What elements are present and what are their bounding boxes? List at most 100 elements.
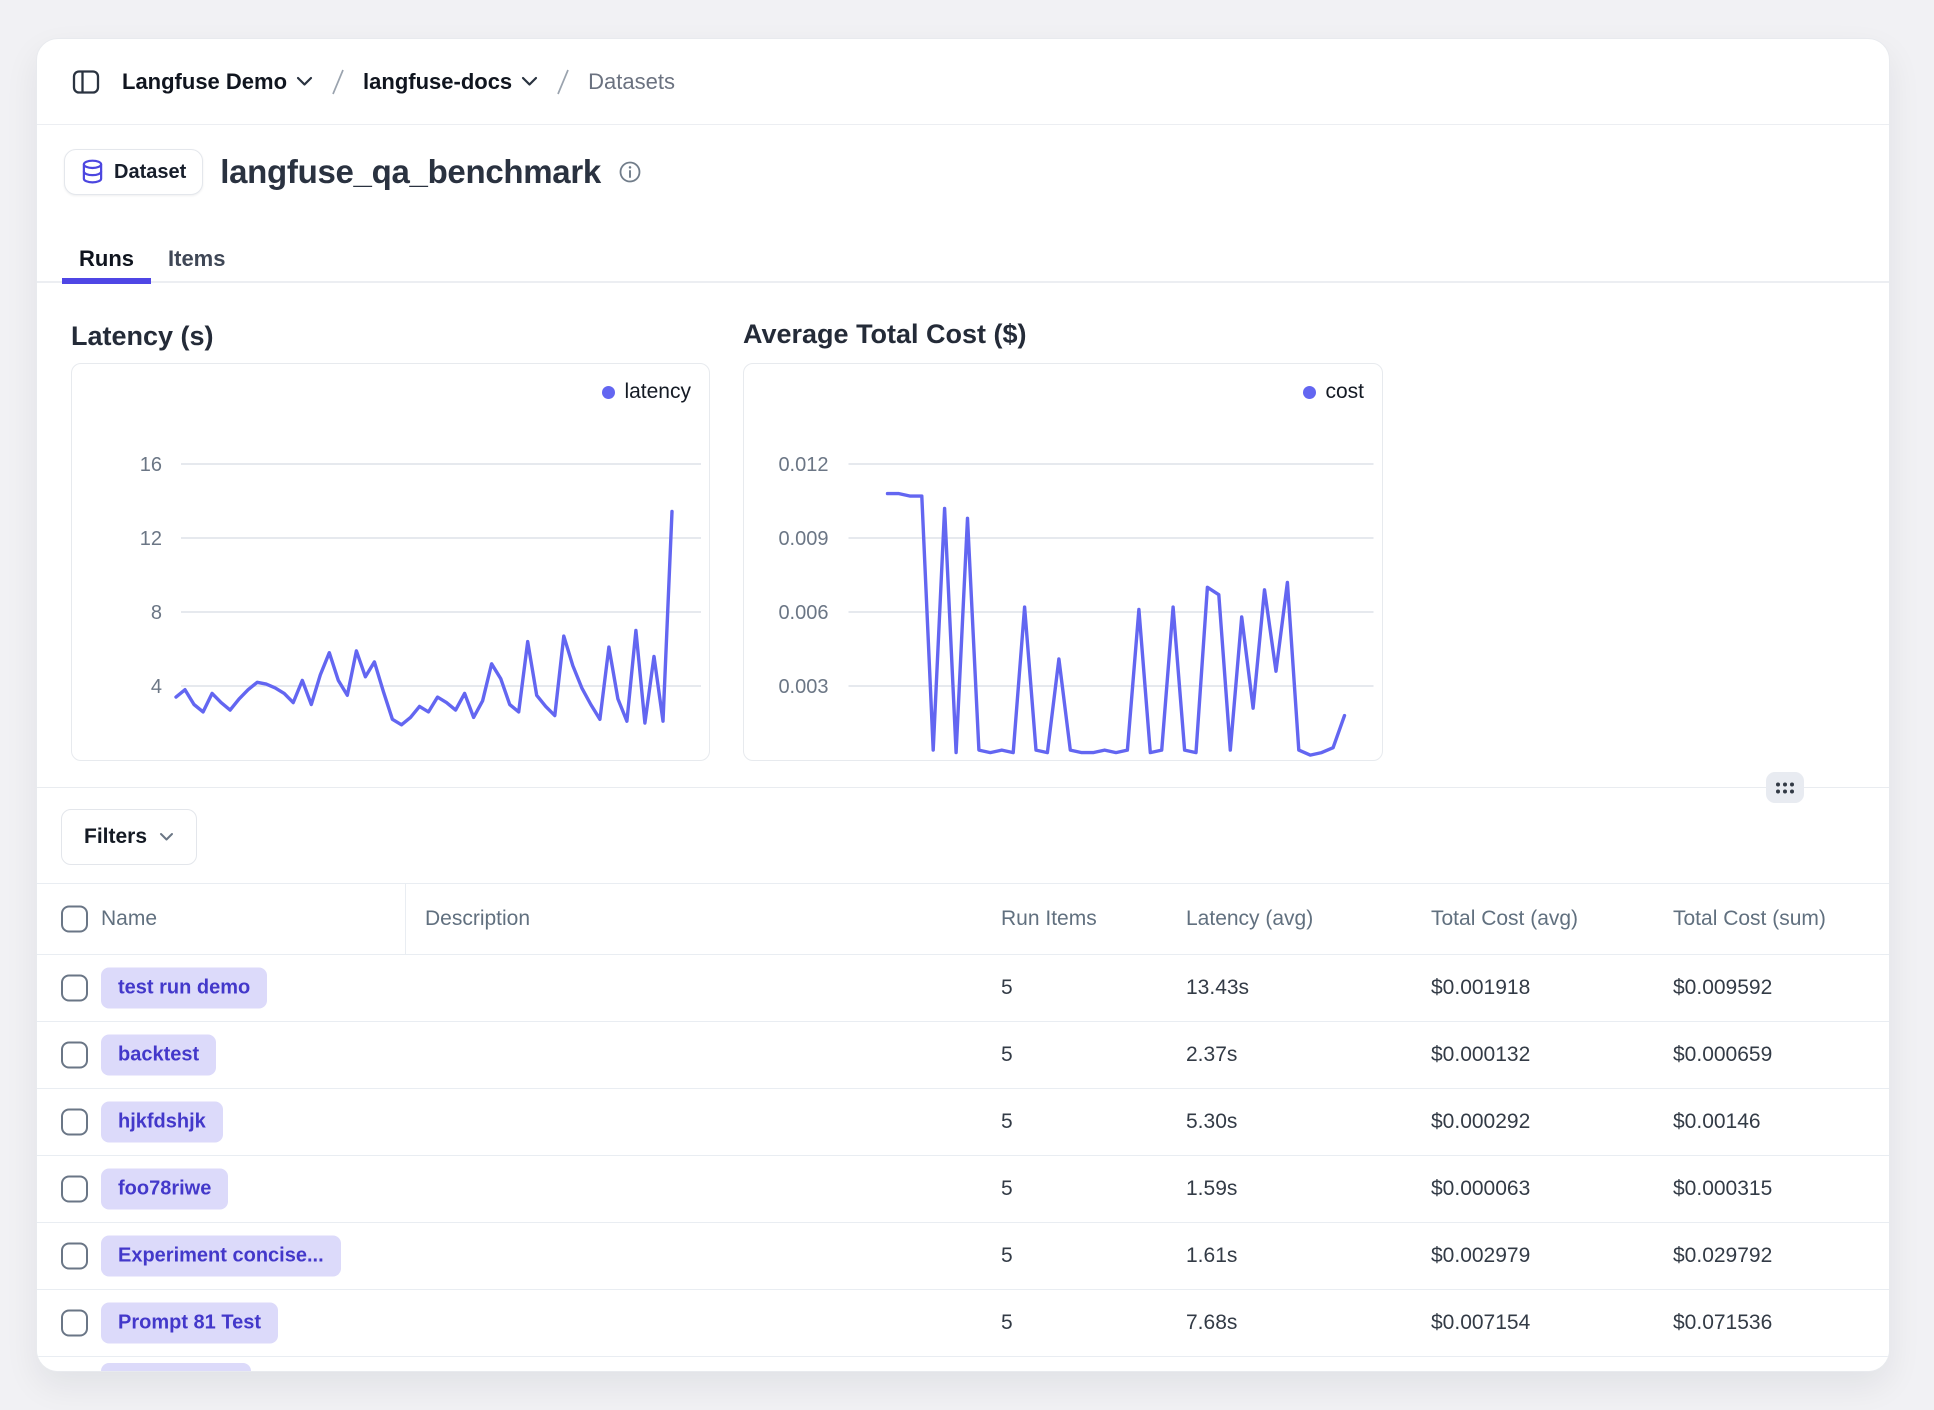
legend-label: latency: [624, 380, 691, 404]
svg-text:4: 4: [151, 676, 162, 698]
breadcrumb-project-label: langfuse-docs: [363, 69, 512, 95]
latency-chart-panel: 16 12 8 4 latency: [71, 363, 710, 761]
column-header-total-cost-sum: Total Cost (sum): [1673, 907, 1826, 931]
row-checkbox[interactable]: [61, 1310, 88, 1337]
latency-legend: latency: [602, 380, 691, 404]
run-name-pill[interactable]: Prompt 81 Test: [101, 1303, 278, 1344]
row-checkbox[interactable]: [61, 1042, 88, 1069]
run-name-pill[interactable]: test run demo: [101, 968, 267, 1009]
legend-label: cost: [1325, 380, 1364, 404]
select-all-checkbox[interactable]: [61, 906, 88, 933]
column-header-description: Description: [425, 907, 530, 931]
legend-dot-icon: [1303, 386, 1316, 399]
run-name-pill[interactable]: Experiment concise...: [101, 1236, 341, 1277]
latency-avg-cell: 5.30s: [1186, 1110, 1237, 1134]
cost-legend: cost: [1303, 380, 1364, 404]
tab-runs[interactable]: Runs: [62, 236, 151, 282]
column-header-total-cost-avg: Total Cost (avg): [1431, 907, 1578, 931]
run-items-cell: 5: [1001, 1177, 1013, 1201]
table-row-partial: [37, 1357, 1889, 1372]
cost-chart-title: Average Total Cost ($): [743, 319, 1027, 350]
breadcrumb-org-label: Langfuse Demo: [122, 69, 287, 95]
table-row[interactable]: Experiment concise... 5 1.61s $0.002979 $0.0…: [37, 1223, 1889, 1290]
legend-dot-icon: [602, 386, 615, 399]
run-name-pill[interactable]: backtest: [101, 1035, 216, 1076]
dataset-header: Dataset langfuse_qa_benchmark: [64, 149, 642, 195]
latency-avg-cell: 2.37s: [1186, 1043, 1237, 1067]
info-icon[interactable]: [618, 160, 642, 184]
total-cost-sum-cell: $0.029792: [1673, 1244, 1772, 1268]
svg-text:0.009: 0.009: [778, 528, 828, 550]
column-header-run-items: Run Items: [1001, 907, 1097, 931]
svg-text:16: 16: [140, 454, 162, 476]
database-icon: [81, 158, 104, 186]
latency-avg-cell: 7.68s: [1186, 1311, 1237, 1335]
svg-text:0.006: 0.006: [778, 602, 828, 624]
total-cost-sum-cell: $0.009592: [1673, 976, 1772, 1000]
filters-button-label: Filters: [84, 825, 147, 849]
total-cost-avg-cell: $0.000292: [1431, 1110, 1530, 1134]
table-row[interactable]: test run demo 5 13.43s $0.001918 $0.009592: [37, 955, 1889, 1022]
run-items-cell: 5: [1001, 976, 1013, 1000]
row-checkbox[interactable]: [61, 975, 88, 1002]
total-cost-sum-cell: $0.000315: [1673, 1177, 1772, 1201]
svg-text:8: 8: [151, 602, 162, 624]
breadcrumb: Langfuse Demo langfuse-docs Datasets: [37, 39, 1889, 125]
total-cost-avg-cell: $0.000063: [1431, 1177, 1530, 1201]
latency-avg-cell: 1.61s: [1186, 1244, 1237, 1268]
filters-button[interactable]: Filters: [61, 809, 197, 865]
breadcrumb-org-selector[interactable]: Langfuse Demo: [122, 69, 313, 95]
breadcrumb-separator: [330, 67, 346, 97]
run-name-pill: [101, 1363, 251, 1372]
latency-avg-cell: 1.59s: [1186, 1177, 1237, 1201]
run-items-cell: 5: [1001, 1311, 1013, 1335]
main-window: Langfuse Demo langfuse-docs Datasets: [36, 38, 1890, 1372]
tab-items[interactable]: Items: [151, 236, 242, 282]
table-row[interactable]: hjkfdshjk 5 5.30s $0.000292 $0.00146: [37, 1089, 1889, 1156]
run-name-pill[interactable]: foo78riwe: [101, 1169, 228, 1210]
breadcrumb-separator: [555, 67, 571, 97]
drag-handle-icon[interactable]: [1766, 772, 1804, 803]
row-checkbox[interactable]: [61, 1109, 88, 1136]
cost-chart-panel: 0.012 0.009 0.006 0.003 cost: [743, 363, 1383, 761]
total-cost-sum-cell: $0.000659: [1673, 1043, 1772, 1067]
svg-text:0.012: 0.012: [778, 454, 828, 476]
tabs: Runs Items: [37, 237, 1889, 283]
table-row[interactable]: Prompt 81 Test 5 7.68s $0.007154 $0.071536: [37, 1290, 1889, 1357]
svg-text:12: 12: [140, 528, 162, 550]
latency-avg-cell: 13.43s: [1186, 976, 1249, 1000]
breadcrumb-page-label[interactable]: Datasets: [588, 69, 675, 95]
breadcrumb-project-selector[interactable]: langfuse-docs: [363, 69, 538, 95]
run-items-cell: 5: [1001, 1043, 1013, 1067]
total-cost-sum-cell: $0.00146: [1673, 1110, 1761, 1134]
dataset-badge: Dataset: [64, 149, 203, 195]
svg-text:0.003: 0.003: [778, 676, 828, 698]
page-title: langfuse_qa_benchmark: [220, 153, 601, 191]
run-name-pill[interactable]: hjkfdshjk: [101, 1102, 223, 1143]
dataset-badge-label: Dataset: [114, 161, 186, 184]
total-cost-avg-cell: $0.007154: [1431, 1311, 1530, 1335]
total-cost-avg-cell: $0.000132: [1431, 1043, 1530, 1067]
row-checkbox[interactable]: [61, 1243, 88, 1270]
total-cost-sum-cell: $0.071536: [1673, 1311, 1772, 1335]
table-row[interactable]: foo78riwe 5 1.59s $0.000063 $0.000315: [37, 1156, 1889, 1223]
total-cost-avg-cell: $0.001918: [1431, 976, 1530, 1000]
chevron-down-icon: [296, 76, 313, 87]
cost-chart: 0.012 0.009 0.006 0.003: [744, 364, 1382, 760]
latency-chart-title: Latency (s): [71, 321, 214, 352]
table-row[interactable]: backtest 5 2.37s $0.000132 $0.000659: [37, 1022, 1889, 1089]
column-header-name: Name: [101, 907, 157, 931]
sidebar-toggle-button[interactable]: [65, 61, 107, 103]
table-header: Name Description Run Items Latency (avg)…: [37, 883, 1889, 955]
section-divider: [37, 787, 1889, 788]
column-header-latency-avg: Latency (avg): [1186, 907, 1313, 931]
run-items-cell: 5: [1001, 1244, 1013, 1268]
run-items-cell: 5: [1001, 1110, 1013, 1134]
panel-left-icon: [71, 67, 101, 97]
row-checkbox[interactable]: [61, 1176, 88, 1203]
table-rows: test run demo 5 13.43s $0.001918 $0.009592 ba…: [37, 955, 1889, 1371]
latency-chart: 16 12 8 4: [72, 364, 709, 760]
chevron-down-icon: [521, 76, 538, 87]
total-cost-avg-cell: $0.002979: [1431, 1244, 1530, 1268]
chevron-down-icon: [159, 832, 174, 842]
